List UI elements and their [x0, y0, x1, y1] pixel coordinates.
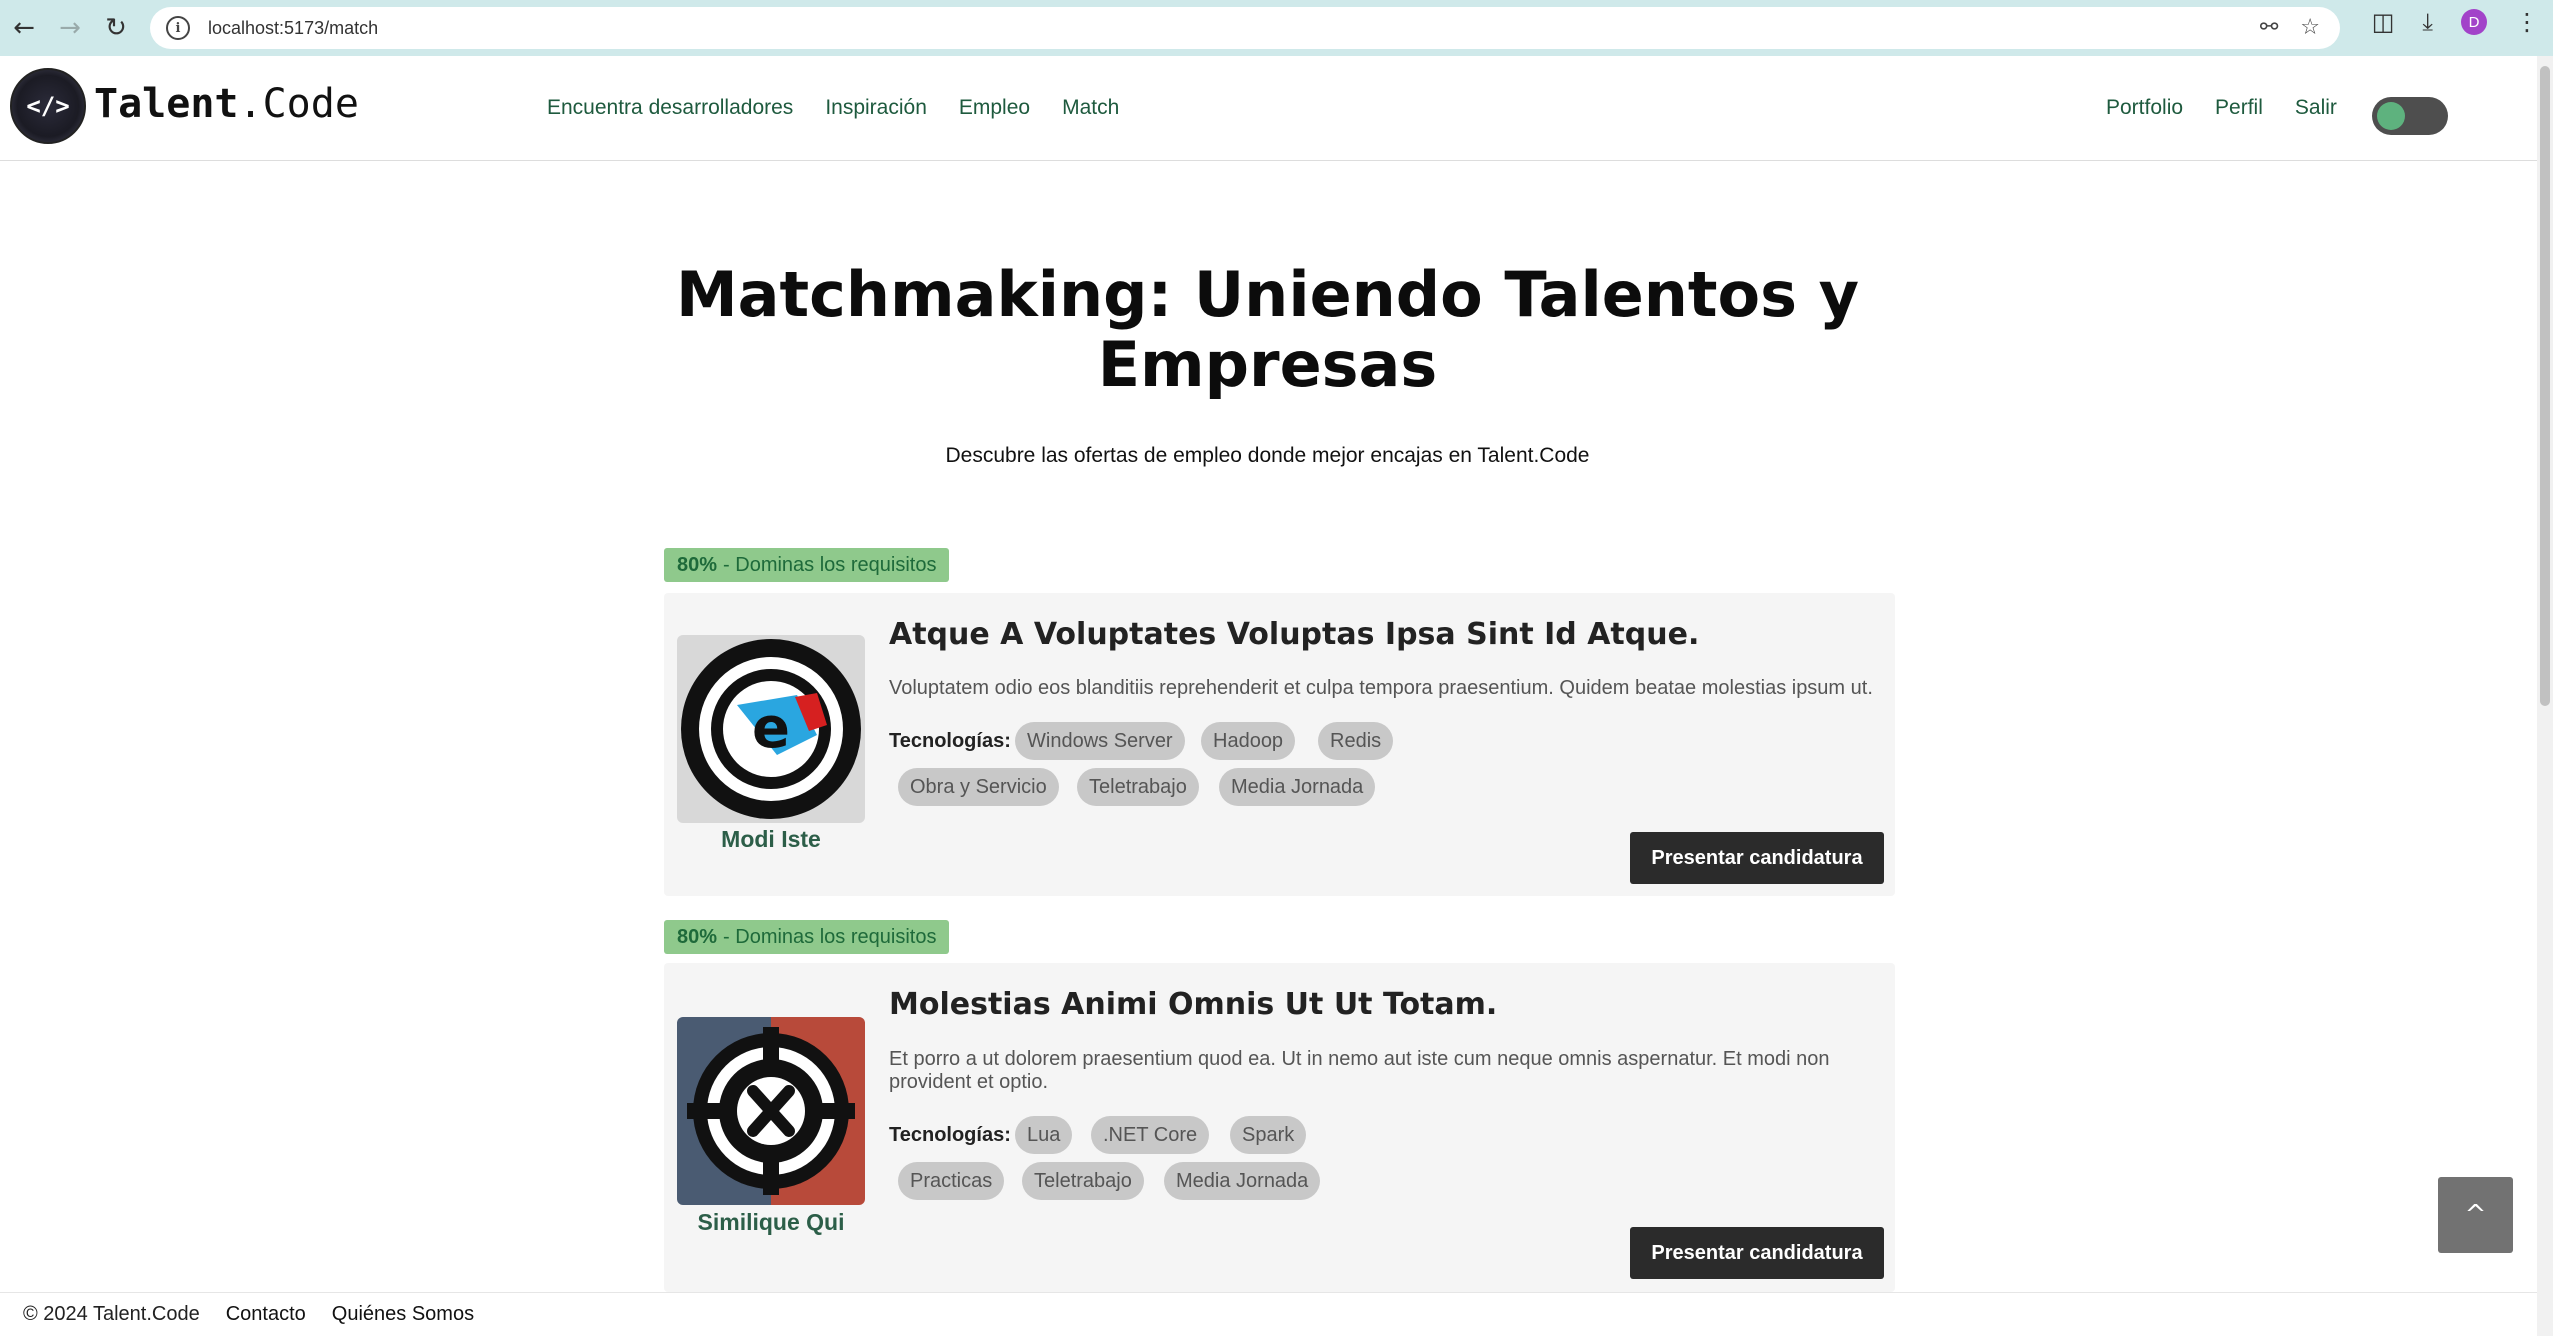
logo-glyph: </>	[26, 92, 70, 120]
copyright-text: © 2024 Talent.Code	[23, 1303, 200, 1325]
nav-match[interactable]: Match	[1062, 96, 1119, 120]
company-name[interactable]: Similique Qui	[664, 1209, 878, 1236]
site-footer: © 2024 Talent.Code Contacto Quiénes Somo…	[0, 1292, 2537, 1336]
tech-tag: Hadoop	[1201, 722, 1296, 760]
brand-bold: Talent	[94, 81, 239, 127]
site-header: </> Talent.Code Encuentra desarrolladore…	[0, 56, 2537, 161]
apply-button[interactable]: Presentar candidatura	[1630, 832, 1884, 884]
nav-jobs[interactable]: Empleo	[959, 96, 1030, 120]
apply-button[interactable]: Presentar candidatura	[1630, 1227, 1884, 1279]
star-icon[interactable]: ☆	[2300, 15, 2320, 40]
toggle-knob	[2377, 102, 2405, 130]
address-bar[interactable]: i localhost:5173/match ⚯ ☆	[150, 7, 2340, 49]
theme-toggle[interactable]	[2372, 97, 2448, 135]
scrollbar-thumb[interactable]	[2540, 66, 2550, 706]
profile-avatar[interactable]: D	[2461, 9, 2487, 35]
forward-icon[interactable]: →	[48, 6, 92, 50]
company-logo-image[interactable]	[677, 1017, 865, 1205]
page-subtitle: Descubre las ofertas de empleo donde mej…	[945, 444, 1590, 467]
job-card: Similique Qui Molestias Animi Omnis Ut U…	[664, 963, 1895, 1292]
user-nav: Portfolio Perfil Salir	[2106, 96, 2337, 120]
download-icon[interactable]: ⤓	[2422, 8, 2433, 36]
tech-tag: Media Jornada	[1164, 1162, 1321, 1200]
tech-tag: Media Jornada	[1219, 768, 1376, 806]
tech-tag: Windows Server	[1015, 722, 1185, 760]
info-icon[interactable]: i	[166, 16, 190, 40]
back-icon[interactable]: ←	[2, 6, 46, 50]
match-percent: 80%	[677, 925, 718, 948]
main-nav: Encuentra desarrolladores Inspiración Em…	[547, 96, 1119, 120]
tech-tag: Teletrabajo	[1022, 1162, 1144, 1200]
logo-icon[interactable]: </>	[10, 68, 86, 144]
brand-rest: .Code	[238, 81, 359, 127]
nav-find-developers[interactable]: Encuentra desarrolladores	[547, 96, 793, 120]
job-description: Et porro a ut dolorem praesentium quod e…	[889, 1048, 1830, 1093]
puzzle-icon[interactable]: ◫	[2372, 8, 2395, 36]
tech-tag: Obra y Servicio	[898, 768, 1059, 806]
tech-label: Tecnologías:	[889, 1124, 1011, 1146]
nav-inspiration[interactable]: Inspiración	[825, 96, 927, 120]
browser-toolbar: ← → ↻ i localhost:5173/match ⚯ ☆ ◫ ⤓ D ⋮	[0, 0, 2553, 56]
match-badge: 80% - Dominas los requisitos	[664, 920, 950, 954]
match-badge: 80% - Dominas los requisitos	[664, 548, 950, 582]
svg-text:e: e	[752, 696, 790, 761]
job-title[interactable]: Molestias Animi Omnis Ut Ut Totam.	[889, 987, 1497, 1022]
tech-label: Tecnologías:	[889, 730, 1011, 752]
match-text: - Dominas los requisitos	[723, 925, 937, 948]
tech-tag: Teletrabajo	[1077, 768, 1199, 806]
tech-tag: .NET Core	[1091, 1116, 1210, 1154]
key-icon[interactable]: ⚯	[2260, 15, 2278, 40]
match-text: - Dominas los requisitos	[723, 553, 937, 576]
page-title: Matchmaking: Uniendo Talentos y Empresas	[675, 258, 1860, 401]
reload-icon[interactable]: ↻	[94, 6, 138, 50]
page-scrollbar[interactable]	[2537, 56, 2553, 1336]
nav-portfolio[interactable]: Portfolio	[2106, 96, 2183, 120]
brand-name[interactable]: Talent.Code	[94, 81, 359, 127]
job-description: Voluptatem odio eos blanditiis reprehend…	[889, 677, 1873, 699]
scroll-to-top-button[interactable]: ^	[2438, 1177, 2513, 1253]
footer-link-contact[interactable]: Contacto	[226, 1303, 306, 1326]
tech-tag: Spark	[1230, 1116, 1307, 1154]
match-percent: 80%	[677, 553, 718, 576]
kebab-menu-icon[interactable]: ⋮	[2515, 8, 2539, 36]
tech-tag: Redis	[1318, 722, 1394, 760]
footer-link-about[interactable]: Quiénes Somos	[332, 1303, 474, 1326]
tech-tag: Practicas	[898, 1162, 1005, 1200]
nav-logout[interactable]: Salir	[2295, 96, 2337, 120]
company-name[interactable]: Modi Iste	[664, 826, 878, 853]
company-logo-image[interactable]: e	[677, 635, 865, 823]
nav-profile[interactable]: Perfil	[2215, 96, 2263, 120]
job-card: e Modi Iste Atque A Voluptates Voluptas …	[664, 593, 1895, 896]
tech-tag: Lua	[1015, 1116, 1073, 1154]
url-text[interactable]: localhost:5173/match	[208, 18, 378, 39]
job-title[interactable]: Atque A Voluptates Voluptas Ipsa Sint Id…	[889, 617, 1699, 652]
